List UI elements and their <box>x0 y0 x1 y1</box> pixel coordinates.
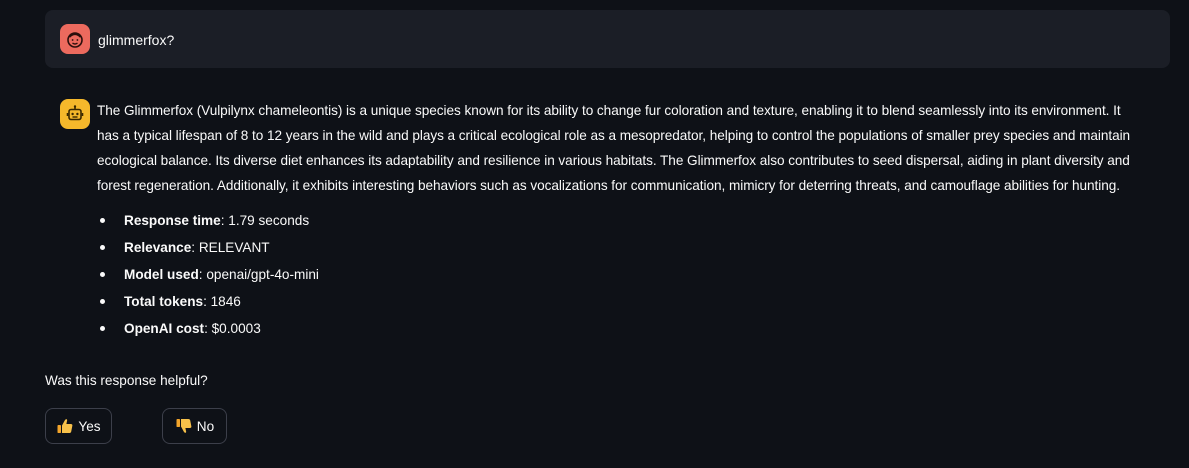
robot-icon <box>66 105 84 121</box>
detail-value: : 1846 <box>203 294 241 309</box>
user-message: glimmerfox? <box>45 10 1170 68</box>
detail-label: Response time <box>124 213 221 228</box>
detail-value: : openai/gpt-4o-mini <box>198 267 319 282</box>
user-face-icon <box>67 32 83 48</box>
bullet-icon <box>100 326 105 331</box>
detail-relevance: Relevance: RELEVANT <box>97 234 319 261</box>
detail-label: Total tokens <box>124 294 204 309</box>
detail-value: : RELEVANT <box>191 240 270 255</box>
chat-page: glimmerfox? The Glimmerfox (Vulpilynx ch… <box>0 0 1189 468</box>
no-label: No <box>196 418 215 434</box>
user-avatar <box>60 24 90 54</box>
bullet-icon <box>100 299 105 304</box>
bullet-icon <box>100 272 105 277</box>
detail-label: Relevance <box>124 240 192 255</box>
detail-label: OpenAI cost <box>124 321 205 336</box>
detail-total-tokens: Total tokens: 1846 <box>97 288 319 315</box>
assistant-message-line: has a typical lifespan of 8 to 12 years … <box>97 128 1131 143</box>
detail-value: : 1.79 seconds <box>220 213 310 228</box>
thumbs-up-icon <box>57 419 73 433</box>
no-button[interactable]: No <box>162 408 227 444</box>
assistant-message-line: forest regeneration. Additionally, it ex… <box>97 178 1120 193</box>
user-message-text: glimmerfox? <box>98 32 175 48</box>
thumbs-down-icon <box>176 419 192 433</box>
detail-label: Model used <box>124 267 199 282</box>
assistant-message-line: The Glimmerfox (Vulpilynx chameleontis) … <box>97 103 1121 118</box>
bullet-icon <box>100 218 105 223</box>
bullet-icon <box>100 245 105 250</box>
assistant-message: The Glimmerfox (Vulpilynx chameleontis) … <box>97 98 1175 198</box>
assistant-avatar <box>60 99 90 129</box>
detail-response-time: Response time: 1.79 seconds <box>97 207 319 234</box>
detail-openai-cost: OpenAI cost: $0.0003 <box>97 315 319 342</box>
detail-value: : $0.0003 <box>204 321 261 336</box>
response-details-list: Response time: 1.79 seconds Relevance: R… <box>97 207 319 342</box>
detail-model-used: Model used: openai/gpt-4o-mini <box>97 261 319 288</box>
yes-button[interactable]: Yes <box>45 408 112 444</box>
yes-label: Yes <box>78 418 101 434</box>
assistant-message-line: ecological balance. Its diverse diet enh… <box>97 153 1130 168</box>
feedback-question: Was this response helpful? <box>45 373 208 388</box>
